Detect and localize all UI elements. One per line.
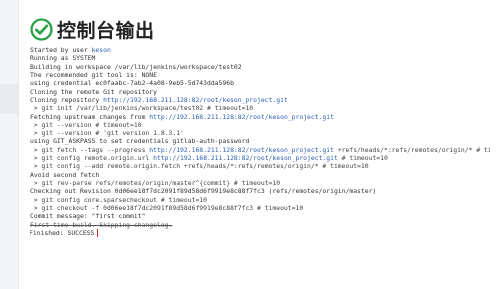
log-line: Cloning the remote Git repository <box>30 87 157 96</box>
console-log: Started by user keson Running as SYSTEM … <box>30 46 490 238</box>
log-line: The recommended git tool is: NONE <box>30 70 157 79</box>
page-title: 控制台输出 <box>57 19 155 42</box>
log-line: Cloning repository http://192.168.211.12… <box>30 95 288 104</box>
log-line: > git config core.sparsecheckout # timeo… <box>30 195 207 204</box>
log-line: using credential ec0faabc-7ab2-4a08-9eb5… <box>30 79 234 88</box>
check-circle-icon <box>30 17 53 41</box>
log-line: > git config remote.origin.url http://19… <box>30 154 388 163</box>
log-line: Started by user keson <box>30 46 111 54</box>
repository-link[interactable]: http://192.168.211.128:82/root/keson_pro… <box>149 146 334 154</box>
side-panel <box>0 0 19 289</box>
build-status: Finished: SUCCESS <box>30 228 99 238</box>
console-output-header: 控制台输出 <box>30 15 155 43</box>
log-line: > git init /var/lib/jenkins/workspace/te… <box>30 104 254 113</box>
log-line: Building in workspace /var/lib/jenkins/w… <box>30 62 242 71</box>
log-line: First time build. Skipping changelog. <box>30 220 173 229</box>
log-line: using GIT_ASKPASS to set credentials git… <box>30 137 250 146</box>
log-line: Commit message: "first commit" <box>30 212 146 221</box>
log-line: > git config --add remote.origin.fetch +… <box>30 162 369 171</box>
repository-link[interactable]: http://192.168.211.128:82/root/keson_pro… <box>149 113 334 121</box>
log-line: Running as SYSTEM <box>30 54 96 63</box>
log-line: > git --version # timeout=10 <box>30 120 142 129</box>
repository-link[interactable]: http://192.168.211.128:82/root/keson_pro… <box>103 96 288 104</box>
log-line: > git rev-parse refs/remotes/origin/mast… <box>30 179 281 187</box>
log-line: > git --version # 'git version 1.8.3.1' <box>30 129 184 138</box>
user-link[interactable]: keson <box>92 46 111 54</box>
log-line: > git checkout -f 0d06ee18f7dc2091f89d58… <box>30 203 304 212</box>
log-line: Checking out Revision 0d06ee18f7dc2091f8… <box>30 187 377 196</box>
log-line: Fetching upstream changes from http://19… <box>30 112 334 121</box>
repository-link[interactable]: http://192.168.211.128:82/root/keson_pro… <box>153 154 338 162</box>
log-line: Avoid second fetch <box>30 170 100 179</box>
side-panel-active-item[interactable] <box>0 84 18 114</box>
log-line: > git fetch --tags --progress http://192… <box>30 145 490 154</box>
log-line-status: Finished: SUCCESS <box>30 228 490 238</box>
